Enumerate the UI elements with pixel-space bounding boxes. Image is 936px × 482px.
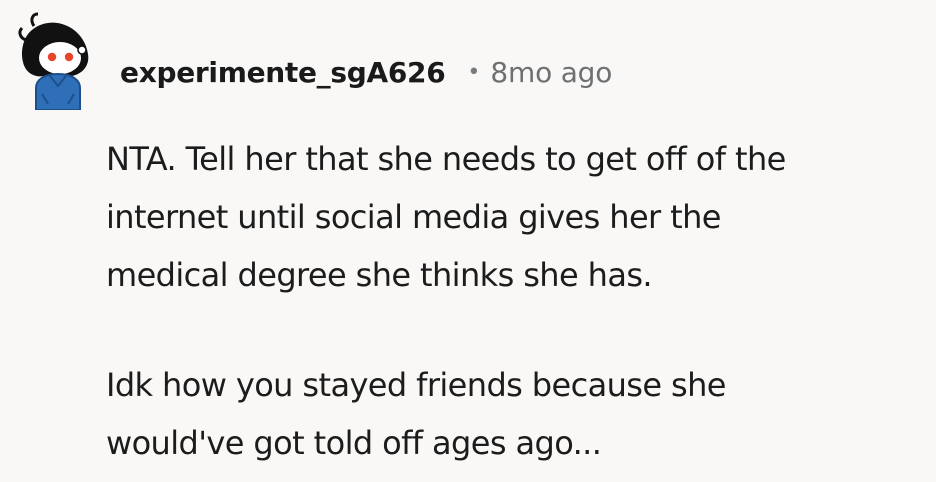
comment-body: NTA. Tell her that she needs to get off … — [106, 130, 932, 472]
comment-paragraph: NTA. Tell her that she needs to get off … — [106, 130, 932, 304]
comment-line: internet until social media gives her th… — [106, 198, 721, 236]
comment-paragraph: Idk how you stayed friends because she w… — [106, 356, 932, 472]
comment-line: Idk how you stayed friends because she — [106, 366, 726, 404]
comment-timestamp[interactable]: 8mo ago — [490, 56, 612, 89]
meta-separator: • — [467, 59, 481, 85]
comment-line: medical degree she thinks she has. — [106, 256, 653, 294]
comment-header: experimente_sgA626 • 8mo ago — [120, 52, 612, 92]
comment-line: NTA. Tell her that she needs to get off … — [106, 140, 786, 178]
comment-line: would've got told off ages ago... — [106, 424, 602, 462]
comment: experimente_sgA626 • 8mo ago NTA. Tell h… — [0, 0, 936, 482]
username-link[interactable]: experimente_sgA626 — [120, 56, 446, 89]
snoo-avatar-icon[interactable] — [14, 10, 98, 110]
